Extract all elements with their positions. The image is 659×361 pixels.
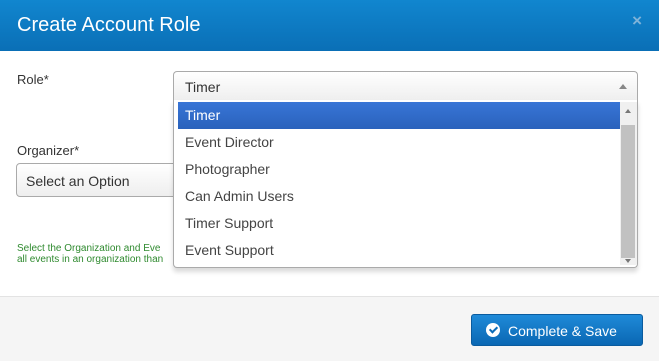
dropdown-scrollbar[interactable] [620,102,637,265]
check-circle-icon [486,323,500,337]
complete-save-button[interactable]: Complete & Save [471,314,643,346]
role-select-value: Timer [185,79,221,95]
dropdown-option-can-admin-users[interactable]: Can Admin Users [178,183,620,210]
help-text-line: all events in an organization than [17,254,164,265]
dropdown-option-timer[interactable]: Timer [178,102,620,129]
chevron-up-icon [619,84,627,89]
dropdown-option-photographer[interactable]: Photographer [178,156,620,183]
dropdown-option-event-director[interactable]: Event Director [178,129,620,156]
help-text: Select the Organization and Eve all even… [17,243,187,265]
role-label: Role* [17,72,49,87]
close-icon[interactable]: × [632,11,642,31]
dropdown-option-event-support[interactable]: Event Support [178,237,620,264]
dialog-title: Create Account Role [17,14,201,36]
complete-save-label: Complete & Save [508,323,617,339]
organizer-select-value: Select an Option [26,173,130,189]
create-account-role-dialog: Create Account Role × Role* Timer Organi… [0,0,659,361]
scrollbar-thumb[interactable] [621,125,635,258]
role-dropdown-list: Timer Event Director Photographer Can Ad… [173,100,638,268]
scroll-down-icon[interactable] [625,259,631,263]
scroll-up-icon[interactable] [625,109,631,113]
dropdown-option-timer-support[interactable]: Timer Support [178,210,620,237]
organizer-label: Organizer* [17,143,80,158]
dialog-header: Create Account Role × [0,0,659,51]
help-text-line: Select the Organization and Eve [17,243,161,254]
role-select[interactable]: Timer [173,71,638,101]
